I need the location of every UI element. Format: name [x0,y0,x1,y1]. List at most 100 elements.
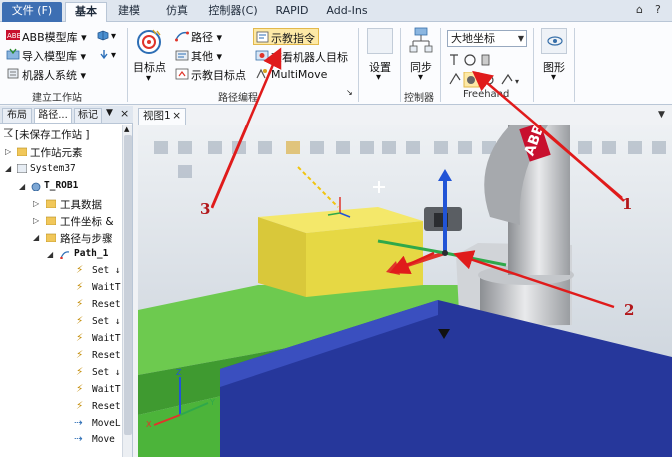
import-library-button[interactable]: 导入模型库 ▾ [22,48,86,64]
tree-item-station-elements[interactable]: 工作站元素 [30,145,83,160]
group-expand-icon[interactable]: ↘ [346,88,353,97]
view-tool-icon[interactable] [360,141,374,154]
view-tool-icon[interactable] [628,141,642,154]
target-point-dropdown-icon[interactable]: ▾ [146,73,151,84]
list-item[interactable]: Reset [92,401,121,412]
jog-joint-icon[interactable] [481,54,490,66]
home-icon[interactable]: ⌂ [636,3,643,16]
group-separator [400,28,401,102]
expand-icon[interactable]: ▷ [33,199,39,208]
3d-viewport[interactable]: ABB Z Y X 1 2 3 [138,125,672,457]
expand-icon[interactable]: ▷ [33,216,39,225]
teach-instruction-button[interactable]: 示教指令 [253,28,319,45]
path-button[interactable]: 路径 ▾ [191,29,222,45]
view-tool-icon[interactable] [154,141,168,154]
view-tool-icon[interactable] [258,141,272,154]
view-tool-icon[interactable] [458,141,472,154]
tab-rapid[interactable]: RAPID [272,2,312,22]
move-icon[interactable] [450,54,458,65]
multi-robot-jog-icon[interactable] [484,75,494,85]
view-tool-icon[interactable] [336,141,350,154]
collapse-icon[interactable]: ◢ [19,182,25,191]
reference-frame-select[interactable]: 大地坐标 ▼ [447,30,527,47]
other-button[interactable]: 其他 ▾ [191,48,222,64]
import-dropdown-icon[interactable]: ▾ [111,50,116,61]
list-item[interactable]: Reset [92,299,121,310]
instruction-icon: ⚡ [76,400,84,412]
panel-menu-icon[interactable]: ▼ [106,108,113,118]
view-tool-icon[interactable] [602,141,616,154]
list-item[interactable]: WaitT [92,384,121,395]
graphics-dropdown-icon[interactable]: ▾ [551,72,556,83]
help-icon[interactable]: ? [655,3,661,16]
panel-close-icon[interactable]: × [120,107,129,120]
tree-item-path[interactable]: Path_1 [74,248,108,259]
robot-system-button[interactable]: 机器人系统 ▾ [22,67,86,83]
tree-item-work-object[interactable]: 工件坐标 & [60,214,114,229]
list-item[interactable]: Set ↓ [92,316,121,327]
tab-add-ins[interactable]: Add-Ins [322,2,372,22]
tab-basic[interactable]: 基本 [65,2,107,22]
view-tool-icon[interactable] [310,141,324,154]
component-icon[interactable] [97,30,109,41]
view-tool-icon[interactable] [178,141,192,154]
view-tool-icon[interactable] [434,141,448,154]
list-item[interactable]: WaitT [92,282,121,293]
yellow-workpiece[interactable] [258,207,423,297]
graphics-icon[interactable] [541,28,567,54]
list-item[interactable]: MoveL [92,418,121,429]
view-tool-icon[interactable] [208,141,222,154]
view-tool-icon[interactable] [382,141,396,154]
import-geometry-icon[interactable] [99,49,109,60]
tree-item-system[interactable]: System37 [30,163,76,174]
abb-library-button[interactable]: ABB模型库 ▾ [22,29,87,45]
folder-icon [46,199,56,208]
close-icon[interactable]: × [172,109,181,124]
tab-simulation[interactable]: 仿真 [160,2,194,22]
panel-scrollbar[interactable]: ▲ [122,125,132,457]
scrollbar-thumb[interactable] [124,135,132,435]
scene-canvas[interactable]: ABB Z Y X 1 2 3 [138,125,672,457]
collapse-icon[interactable]: ◢ [5,164,11,173]
tree-item-paths-steps[interactable]: 路径与步骤 [60,231,113,246]
list-item[interactable]: Set ↓ [92,265,121,276]
settings-dropdown-icon[interactable]: ▾ [376,72,381,83]
view-robot-target-button[interactable]: 查看机器人目标 [271,49,348,65]
sync-icon[interactable] [409,26,433,56]
group-separator [533,28,534,102]
freehand-extra-icon[interactable] [501,73,513,85]
list-item[interactable]: WaitT [92,333,121,344]
sync-dropdown-icon[interactable]: ▾ [418,72,423,83]
target-point-icon[interactable] [136,28,162,56]
tree-item-tool-data[interactable]: 工具数据 [60,197,102,212]
collapse-icon[interactable]: ◢ [47,250,53,259]
list-item[interactable]: Set ↓ [92,367,121,378]
view-tool-icon[interactable] [178,165,192,178]
tab-tags[interactable]: 标记 [74,108,102,123]
tab-paths[interactable]: 路径... [34,108,72,123]
view-tool-icon[interactable] [406,141,420,154]
tab-file[interactable]: 文件 (F) [2,2,62,22]
tree-item-task[interactable]: T_ROB1 [44,180,78,191]
jog-linear-icon[interactable] [449,72,461,85]
tab-layout[interactable]: 布局 [2,108,32,123]
list-item[interactable]: Reset [92,350,121,361]
snap-object-icon[interactable] [286,141,300,154]
view-tool-icon[interactable] [652,141,666,154]
collapse-icon[interactable]: ◢ [33,233,39,242]
multimove-button[interactable]: MultiMove [271,68,327,81]
tab-controller[interactable]: 控制器(C) [204,2,262,22]
tree-item-station[interactable]: [未保存工作站 ] [15,127,90,142]
view-menu-icon[interactable]: ▼ [658,110,665,120]
rotate-icon[interactable] [464,54,476,66]
scroll-up-icon[interactable]: ▲ [124,125,129,133]
jog-reorient-icon[interactable] [467,76,475,84]
expand-icon[interactable]: ▷ [5,147,11,156]
tab-modeling[interactable]: 建模 [112,2,146,22]
tab-view1[interactable]: 视图1 × [138,108,186,125]
list-item[interactable]: Move [92,434,115,445]
teach-target-button[interactable]: 示教目标点 [191,67,246,83]
view-tool-icon[interactable] [578,141,592,154]
component-dropdown-icon[interactable]: ▾ [111,31,116,42]
settings-icon[interactable] [367,28,393,54]
